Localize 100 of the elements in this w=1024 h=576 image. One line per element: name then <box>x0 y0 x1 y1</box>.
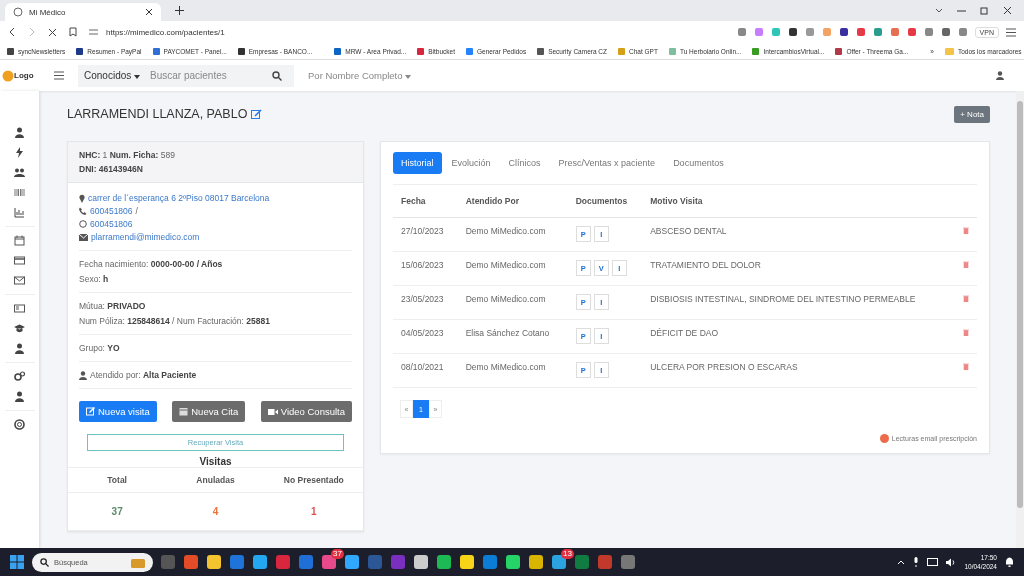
extension-icon[interactable] <box>940 27 951 37</box>
tab[interactable]: Documentos <box>665 152 732 174</box>
globe-icon <box>13 7 23 17</box>
edit-icon[interactable] <box>251 108 263 120</box>
app-icon[interactable] <box>276 555 290 569</box>
forward-icon[interactable] <box>28 27 36 37</box>
patient-name: LARRAMENDI LLANZA, PABLO <box>67 107 248 121</box>
action-button[interactable]: Video Consulta <box>260 401 352 422</box>
app-icon[interactable] <box>253 555 267 569</box>
trash-icon[interactable] <box>963 295 969 302</box>
filter-dropdown[interactable]: Conocidos <box>84 70 141 81</box>
close-icon[interactable] <box>1003 6 1012 15</box>
idcard-icon[interactable] <box>14 303 25 314</box>
table-cell: 23/05/2023 <box>393 285 458 320</box>
trash-icon[interactable] <box>963 227 969 234</box>
trash-icon[interactable] <box>963 363 969 370</box>
microphone-icon[interactable] <box>913 557 920 567</box>
video-camera-icon <box>267 407 278 416</box>
logo[interactable]: Logo <box>2 69 40 82</box>
speaker-icon[interactable] <box>946 557 957 567</box>
search-icon <box>40 557 49 567</box>
search-icon[interactable] <box>272 70 283 81</box>
caret-icon <box>405 75 412 79</box>
chevron-down-icon[interactable] <box>935 7 943 14</box>
tab[interactable]: Presc/Ventas x paciente <box>550 152 664 174</box>
bolt-icon[interactable] <box>14 147 25 158</box>
gears-icon[interactable] <box>14 371 25 382</box>
bell-icon[interactable] <box>1005 557 1014 567</box>
extension-icon[interactable] <box>838 27 849 37</box>
bookmark-icon[interactable] <box>69 27 77 37</box>
browser-tab[interactable]: Mi Médico <box>5 3 161 21</box>
network-icon[interactable] <box>927 557 939 567</box>
app-icon[interactable] <box>529 555 543 569</box>
action-button[interactable]: Nueva visita <box>79 401 157 422</box>
lifebuoy-icon[interactable] <box>14 419 25 430</box>
scrollbar[interactable] <box>1017 101 1023 508</box>
app-icon[interactable] <box>621 555 635 569</box>
menu-icon[interactable] <box>54 71 64 80</box>
windows-start-icon[interactable] <box>10 555 24 569</box>
patient-dni: DNI: 46143946N <box>79 164 144 174</box>
column-header: Fecha <box>393 184 458 218</box>
column-header: Anuladas <box>195 475 236 485</box>
tab[interactable]: Evolución <box>443 152 499 174</box>
app-icon[interactable] <box>552 555 566 569</box>
contact-link[interactable]: plarramendi@mimedico.com <box>91 232 200 242</box>
app-icon[interactable] <box>483 555 497 569</box>
notification-badge: 13 <box>561 549 574 559</box>
contact-link[interactable]: 600451806 <box>90 206 133 216</box>
app-icon[interactable] <box>506 555 520 569</box>
chevron-up-icon[interactable] <box>897 559 906 565</box>
table-cell: Demo MiMedico.com <box>457 353 568 388</box>
add-note-button[interactable]: + Nota <box>954 105 990 123</box>
doctor-icon[interactable] <box>14 391 25 402</box>
patient-detail: Num Póliza: 125848614 / Num Facturación: 25881 <box>79 316 271 326</box>
trash-icon[interactable] <box>963 261 969 268</box>
app-icon[interactable] <box>184 555 198 569</box>
users-icon[interactable] <box>14 167 25 178</box>
calendar-icon[interactable] <box>14 235 25 246</box>
column-header: No Presentado <box>282 475 345 485</box>
app-icon[interactable] <box>207 555 221 569</box>
doctor-icon[interactable] <box>14 343 25 354</box>
tab[interactable]: Historial <box>393 152 442 174</box>
app-icon[interactable] <box>345 555 359 569</box>
mail-icon[interactable] <box>14 275 25 286</box>
trash-icon[interactable] <box>963 329 969 336</box>
table-cell: Demo MiMedico.com <box>457 285 568 320</box>
close-icon[interactable] <box>145 8 153 16</box>
attended-by: Atendido por: Alta Paciente <box>90 370 197 380</box>
app-icon[interactable] <box>414 555 428 569</box>
table-cell: TRATAMIENTO DEL DOLOR <box>642 251 953 286</box>
back-icon[interactable] <box>8 27 16 37</box>
app-icon[interactable] <box>460 555 474 569</box>
card-icon[interactable] <box>14 255 25 266</box>
person-icon[interactable] <box>14 127 25 138</box>
search-field[interactable]: Buscar pacientes <box>148 69 289 82</box>
contact-link[interactable]: 600451806 <box>90 219 133 229</box>
tab[interactable]: Clínicos <box>500 152 549 174</box>
app-icon[interactable] <box>322 555 336 569</box>
table-cell: ABSCESO DENTAL <box>642 217 953 252</box>
extension-icon[interactable] <box>787 27 798 37</box>
notification-badge: 37 <box>331 549 344 559</box>
barcode-icon[interactable] <box>14 187 25 198</box>
chart-icon[interactable] <box>14 207 25 218</box>
app-icon[interactable] <box>230 555 244 569</box>
app-icon[interactable] <box>437 555 451 569</box>
patient-detail: Sexo: h <box>79 274 110 284</box>
phone-icon <box>79 207 87 215</box>
restore-icon[interactable] <box>980 6 989 15</box>
stop-icon[interactable] <box>48 27 57 37</box>
contact-link[interactable]: carrer de l´esperança 6 2ºPiso 08017 Barcelona <box>88 193 270 203</box>
search-mode-dropdown[interactable]: Por Nombre Completo <box>308 70 412 81</box>
new-tab-icon[interactable] <box>175 6 184 15</box>
user-icon[interactable] <box>996 71 1004 80</box>
table-cell: Elisa Sánchez Cotano <box>457 319 568 354</box>
address-bar[interactable]: https://mimedico.com/pacientes/1 <box>89 23 725 41</box>
cap-icon[interactable] <box>14 323 25 334</box>
action-button[interactable]: Nueva Cita <box>172 401 246 422</box>
menu-icon[interactable] <box>1006 27 1016 37</box>
stat-value: 37 <box>111 506 123 517</box>
column-header: Documentos <box>567 184 643 218</box>
